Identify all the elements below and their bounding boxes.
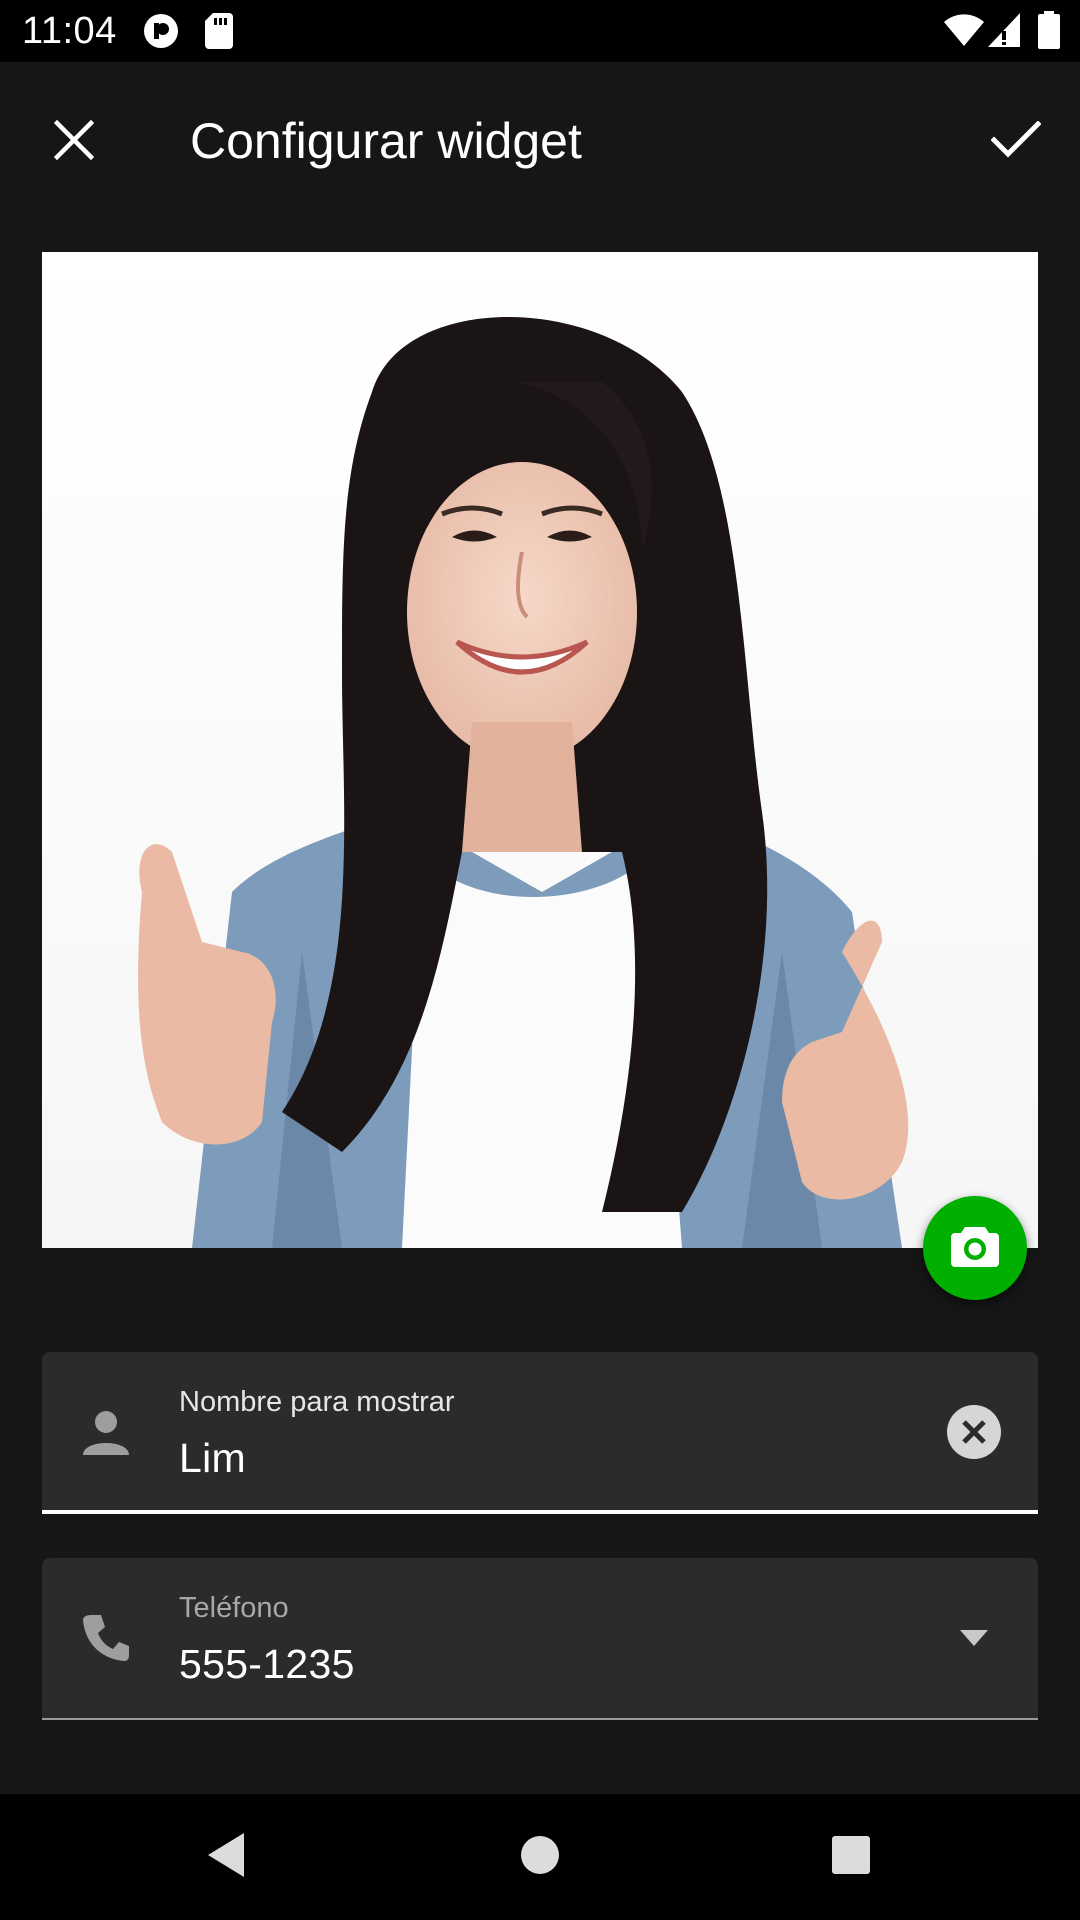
clear-icon bbox=[947, 1404, 1001, 1464]
phone-dropdown-button[interactable] bbox=[944, 1610, 1004, 1670]
phone-field[interactable]: Teléfono 555-1235 bbox=[42, 1558, 1038, 1720]
page-title: Configurar widget bbox=[190, 113, 582, 169]
recents-button[interactable] bbox=[808, 1814, 894, 1900]
phone-value: 555-1235 bbox=[179, 1641, 355, 1687]
camera-icon bbox=[951, 1225, 999, 1272]
app-bar: Configurar widget bbox=[0, 62, 1080, 212]
close-button[interactable] bbox=[34, 102, 114, 182]
change-photo-button[interactable] bbox=[923, 1196, 1027, 1300]
home-button[interactable] bbox=[497, 1814, 583, 1900]
back-button[interactable] bbox=[183, 1814, 269, 1900]
navigation-bar bbox=[0, 1794, 1080, 1920]
sd-card-icon bbox=[205, 13, 233, 54]
battery-icon bbox=[1038, 11, 1060, 54]
phone-label: Teléfono bbox=[179, 1592, 289, 1624]
close-icon bbox=[53, 119, 95, 165]
pocketcasts-notification-icon bbox=[143, 13, 179, 54]
status-time: 11:04 bbox=[22, 10, 117, 52]
display-name-input[interactable]: Lim bbox=[179, 1432, 246, 1484]
contact-photo[interactable] bbox=[42, 252, 1038, 1248]
status-bar: 11:04 bbox=[0, 0, 1080, 62]
dropdown-arrow-icon bbox=[960, 1629, 988, 1651]
check-icon bbox=[990, 119, 1042, 164]
confirm-button[interactable] bbox=[976, 102, 1056, 182]
phone-icon bbox=[78, 1610, 134, 1666]
person-icon bbox=[78, 1404, 134, 1460]
display-name-field[interactable]: Nombre para mostrar Lim bbox=[42, 1352, 1038, 1514]
clear-button[interactable] bbox=[944, 1404, 1004, 1464]
recents-icon bbox=[831, 1835, 871, 1880]
wifi-icon bbox=[944, 14, 984, 51]
home-icon bbox=[520, 1835, 560, 1880]
back-icon bbox=[204, 1831, 248, 1884]
display-name-label: Nombre para mostrar bbox=[179, 1386, 455, 1418]
signal-icon bbox=[988, 13, 1020, 52]
